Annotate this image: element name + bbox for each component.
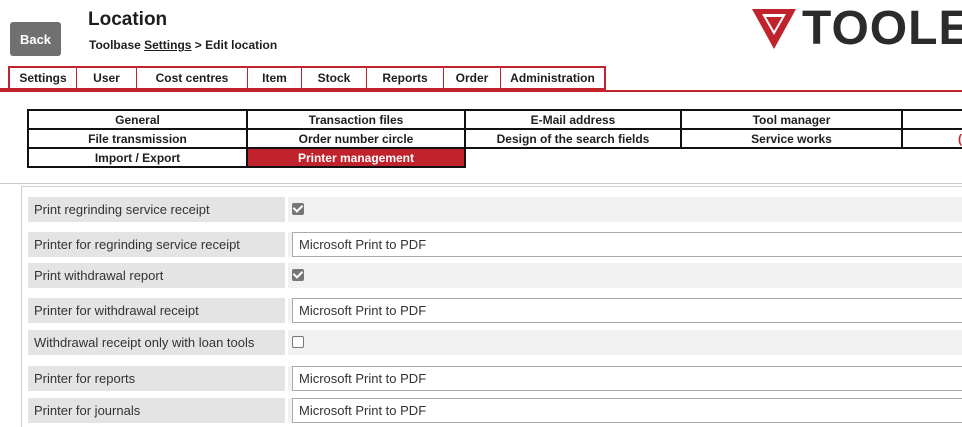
setting-value-bg	[288, 330, 962, 355]
back-button[interactable]: Back	[10, 22, 61, 56]
main-nav: Settings User Cost centres Item Stock Re…	[8, 66, 606, 90]
tab-import-export[interactable]: Import / Export	[29, 149, 248, 168]
withdrawal-loan-checkbox[interactable]	[292, 336, 304, 348]
printer-withdrawal-select[interactable]: Microsoft Print to PDF	[292, 298, 962, 323]
breadcrumb: Toolbase Settings > Edit location	[89, 38, 277, 52]
tab-overflow[interactable]	[903, 111, 962, 130]
sub-tabs: General Transaction files E-Mail address…	[27, 109, 962, 168]
setting-row-printer-withdrawal: Printer for withdrawal receipt Microsoft…	[28, 298, 962, 323]
breadcrumb-settings-link[interactable]: Settings	[144, 38, 191, 52]
setting-label: Printer for regrinding service receipt	[28, 232, 285, 257]
section-divider	[0, 183, 962, 184]
setting-row-print-withdrawal: Print withdrawal report	[28, 263, 962, 288]
sub-tabs-row: File transmission Order number circle De…	[29, 130, 962, 149]
nav-settings[interactable]: Settings	[10, 68, 77, 88]
toolbase-logo: TOOLE	[752, 2, 962, 55]
logo-triangle-icon	[752, 9, 796, 49]
tab-overflow-char: (	[958, 131, 962, 146]
tab-transaction-files[interactable]: Transaction files	[248, 111, 466, 130]
setting-label: Print withdrawal report	[28, 263, 285, 288]
printer-journals-select[interactable]: Microsoft Print to PDF	[292, 398, 962, 423]
tab-tool-manager[interactable]: Tool manager	[682, 111, 903, 130]
setting-label: Print regrinding service receipt	[28, 197, 285, 222]
setting-row-printer-journals: Printer for journals Microsoft Print to …	[28, 398, 962, 423]
nav-stock[interactable]: Stock	[302, 68, 367, 88]
setting-row-printer-reports: Printer for reports Microsoft Print to P…	[28, 366, 962, 391]
nav-cost-centres[interactable]: Cost centres	[137, 68, 248, 88]
page-title: Location	[88, 9, 168, 30]
tab-overflow-partial[interactable]: (	[903, 130, 962, 149]
printer-reports-select[interactable]: Microsoft Print to PDF	[292, 366, 962, 391]
nav-order[interactable]: Order	[444, 68, 501, 88]
breadcrumb-suffix: > Edit location	[191, 38, 278, 52]
setting-label: Printer for journals	[28, 398, 285, 423]
nav-divider	[0, 90, 962, 92]
tab-printer-management[interactable]: Printer management	[248, 149, 466, 168]
tab-order-number-circle[interactable]: Order number circle	[248, 130, 466, 149]
tab-service-works[interactable]: Service works	[682, 130, 903, 149]
logo-text: TOOLE	[802, 2, 962, 55]
setting-row-withdrawal-loan: Withdrawal receipt only with loan tools	[28, 330, 962, 355]
setting-row-print-regrinding: Print regrinding service receipt	[28, 197, 962, 222]
nav-administration[interactable]: Administration	[501, 68, 604, 88]
tab-email-address[interactable]: E-Mail address	[466, 111, 682, 130]
tab-general[interactable]: General	[29, 111, 248, 130]
print-withdrawal-checkbox[interactable]	[292, 269, 304, 281]
setting-label: Printer for reports	[28, 366, 285, 391]
tab-file-transmission[interactable]: File transmission	[29, 130, 248, 149]
setting-label: Printer for withdrawal receipt	[28, 298, 285, 323]
setting-value-bg	[288, 263, 962, 288]
nav-reports[interactable]: Reports	[367, 68, 444, 88]
print-regrinding-checkbox[interactable]	[292, 203, 304, 215]
printer-regrinding-select[interactable]: Microsoft Print to PDF	[292, 232, 962, 257]
setting-value-bg	[288, 197, 962, 222]
nav-item[interactable]: Item	[248, 68, 302, 88]
setting-row-printer-regrinding: Printer for regrinding service receipt M…	[28, 232, 962, 257]
breadcrumb-prefix: Toolbase	[89, 38, 145, 52]
sub-tabs-row: Import / Export Printer management	[29, 149, 962, 168]
nav-user[interactable]: User	[77, 68, 137, 88]
sub-tabs-row: General Transaction files E-Mail address…	[29, 111, 962, 130]
tab-design-search-fields[interactable]: Design of the search fields	[466, 130, 682, 149]
setting-label: Withdrawal receipt only with loan tools	[28, 330, 285, 355]
